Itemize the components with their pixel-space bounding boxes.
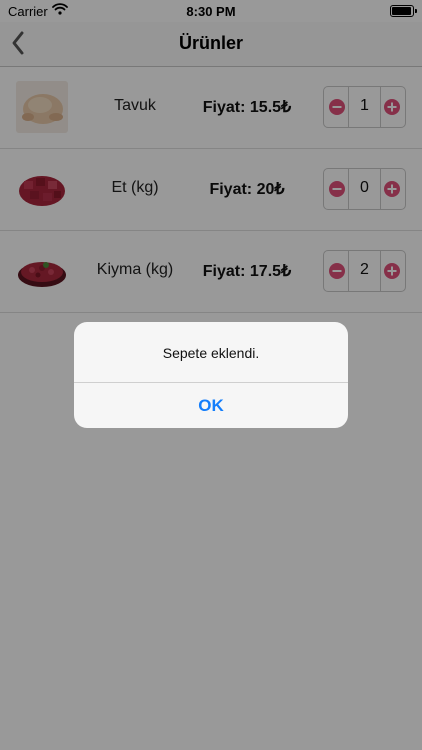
ok-button[interactable]: OK — [74, 383, 348, 428]
alert-message: Sepete eklendi. — [162, 345, 260, 361]
alert-dialog: Sepete eklendi. OK — [74, 322, 348, 428]
